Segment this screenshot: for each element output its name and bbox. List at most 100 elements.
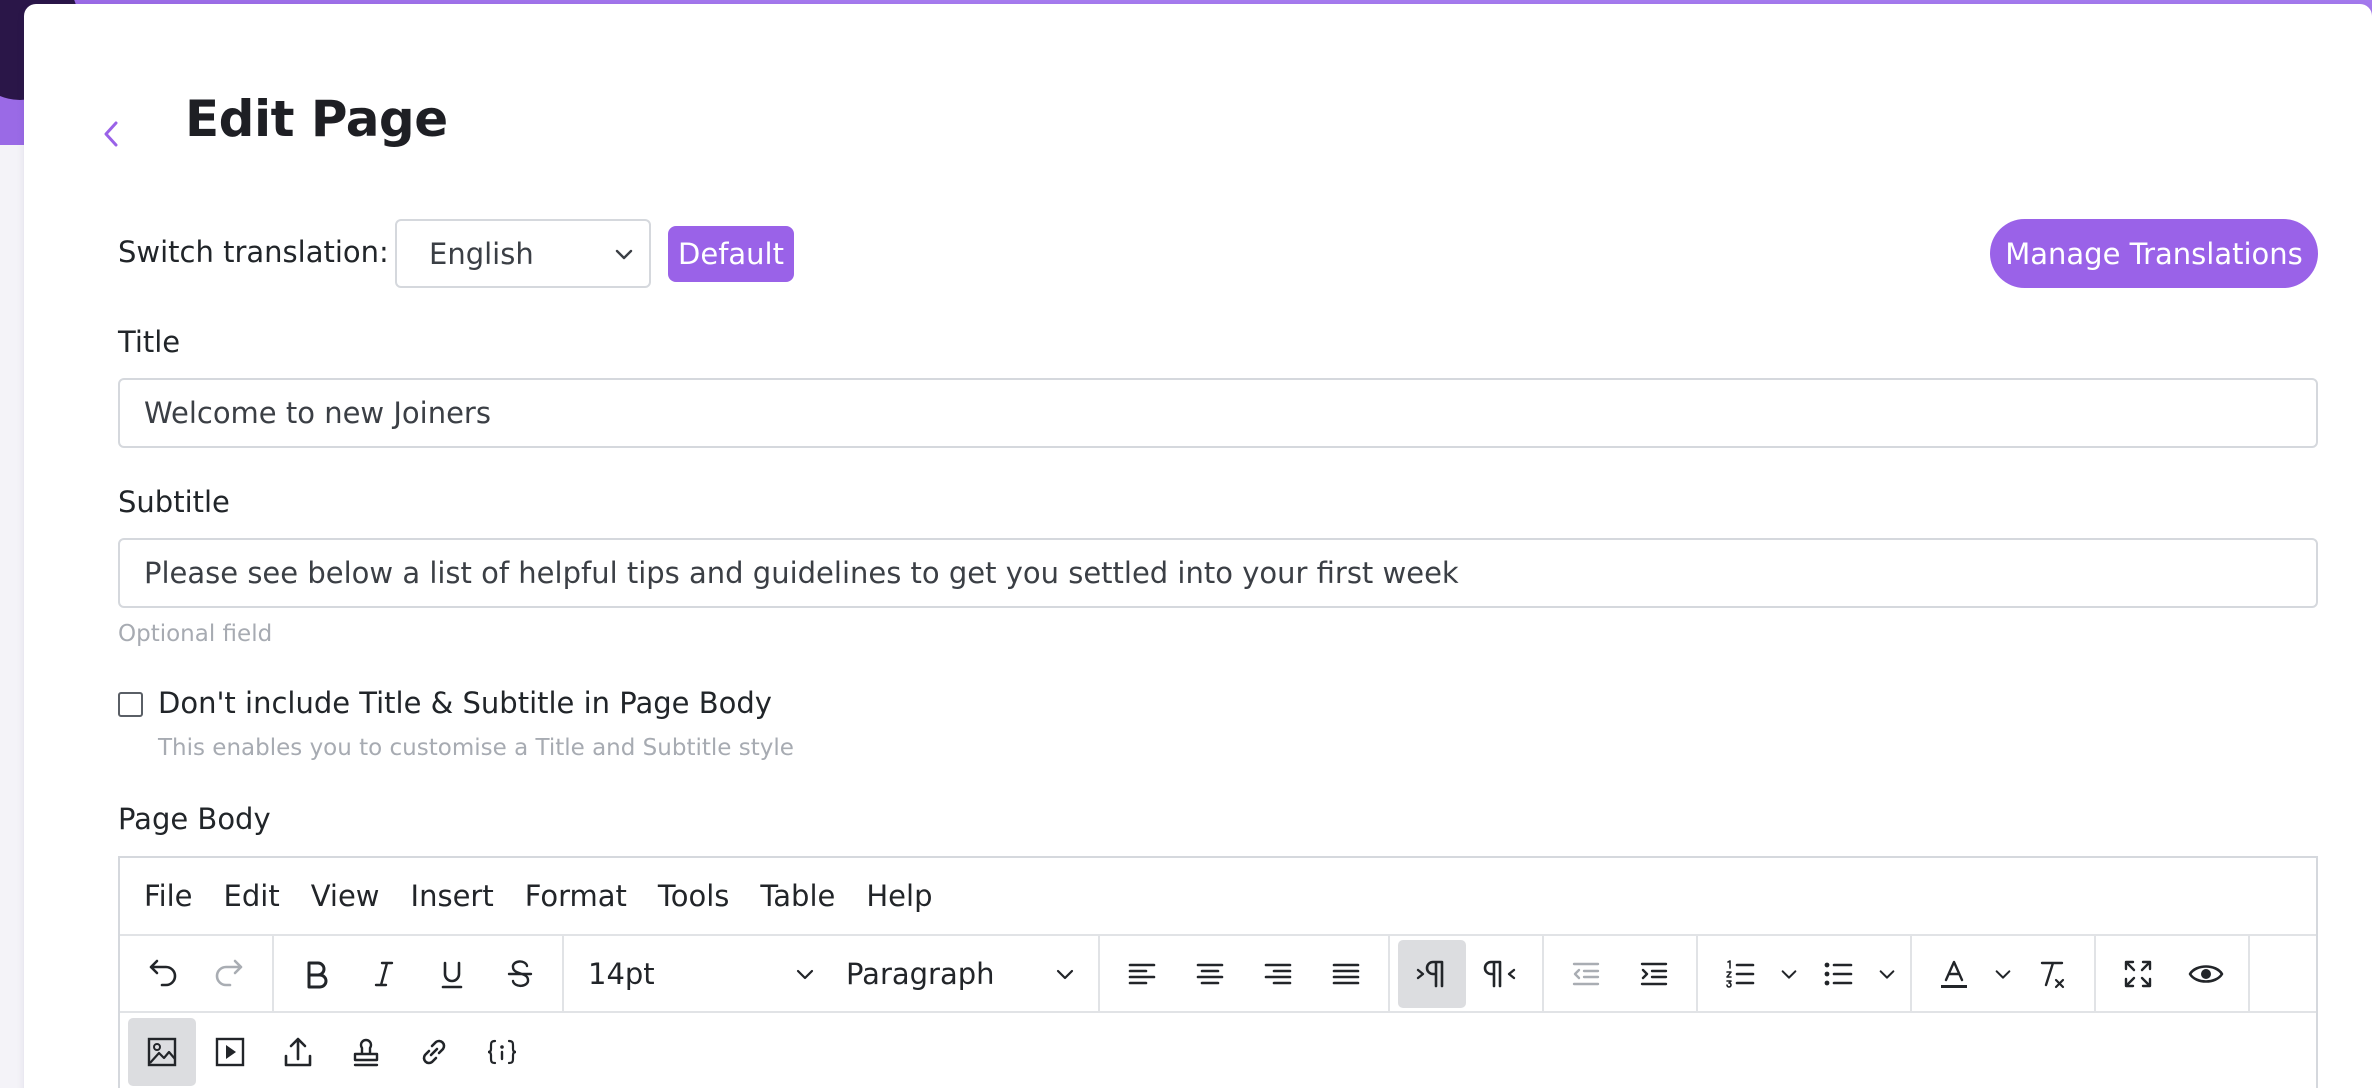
align-center-button[interactable] xyxy=(1176,940,1244,1008)
ltr-button[interactable] xyxy=(1398,939,1466,1008)
clear-formatting-icon xyxy=(2040,961,2065,988)
switch-translation-label: Switch translation: xyxy=(118,235,389,269)
page-body-label: Page Body xyxy=(118,802,271,836)
chevron-down-icon xyxy=(615,249,633,260)
strikethrough-button[interactable] xyxy=(486,940,554,1008)
bold-icon xyxy=(307,961,328,988)
chevron-down-icon xyxy=(1056,969,1074,979)
upload-file-button[interactable] xyxy=(264,1018,332,1086)
text-color-icon xyxy=(1941,960,1967,988)
bold-button[interactable] xyxy=(282,940,350,1008)
stamp-icon xyxy=(353,1038,379,1066)
preview-button[interactable] xyxy=(2172,940,2240,1008)
align-justify-button[interactable] xyxy=(1312,940,1380,1008)
font-size-dropdown[interactable]: 14pt xyxy=(572,940,830,1008)
underline-icon xyxy=(441,961,463,988)
align-left-button[interactable] xyxy=(1108,940,1176,1008)
text-color-button[interactable] xyxy=(1920,940,1988,1008)
indent-button[interactable] xyxy=(1620,940,1688,1008)
align-right-button[interactable] xyxy=(1244,940,1312,1008)
list-group xyxy=(1698,936,1912,1011)
insert-media-button[interactable] xyxy=(196,1018,264,1086)
exclude-title-checkbox[interactable] xyxy=(118,692,143,717)
undo-icon xyxy=(149,959,177,986)
bullet-list-button[interactable] xyxy=(1804,940,1872,1008)
upload-icon xyxy=(284,1037,312,1066)
bullet-list-split xyxy=(1804,940,1902,1008)
numbered-list-options[interactable] xyxy=(1774,940,1804,1008)
insert-stamp-button[interactable] xyxy=(332,1018,400,1086)
italic-icon xyxy=(374,961,394,986)
menu-format[interactable]: Format xyxy=(525,879,627,913)
left-to-right-icon xyxy=(1416,960,1444,987)
bullet-list-icon xyxy=(1824,962,1853,985)
history-group xyxy=(120,936,274,1011)
text-color-options[interactable] xyxy=(1988,940,2018,1008)
fullscreen-button[interactable] xyxy=(2104,940,2172,1008)
insert-link-button[interactable] xyxy=(400,1018,468,1086)
fullscreen-icon xyxy=(2124,960,2152,987)
insert-variable-button[interactable] xyxy=(468,1018,536,1086)
eye-icon xyxy=(2188,964,2224,983)
align-center-icon xyxy=(1196,963,1224,984)
insert-image-button[interactable] xyxy=(128,1017,196,1086)
underline-button[interactable] xyxy=(418,940,486,1008)
editor-menubar: File Edit View Insert Format Tools Table… xyxy=(120,858,2316,936)
insert-group xyxy=(120,1013,544,1088)
menu-insert[interactable]: Insert xyxy=(411,879,494,913)
subtitle-input-value: Please see below a list of helpful tips … xyxy=(144,556,1459,590)
format-dropdowns-group: 14pt Paragraph xyxy=(564,936,1100,1011)
menu-table[interactable]: Table xyxy=(760,879,835,913)
alignment-group xyxy=(1100,936,1390,1011)
chevron-down-icon xyxy=(1995,969,2011,979)
exclude-title-checkbox-label[interactable]: Don't include Title & Subtitle in Page B… xyxy=(158,686,772,720)
align-right-icon xyxy=(1264,963,1292,984)
chevron-down-icon xyxy=(796,969,814,979)
numbered-list-button[interactable] xyxy=(1706,940,1774,1008)
view-group xyxy=(2096,936,2250,1011)
language-select-value: English xyxy=(429,236,534,271)
menu-edit[interactable]: Edit xyxy=(224,879,280,913)
block-format-dropdown[interactable]: Paragraph xyxy=(830,940,1090,1008)
rtl-button[interactable] xyxy=(1466,940,1534,1008)
subtitle-input[interactable]: Please see below a list of helpful tips … xyxy=(118,538,2318,608)
subtitle-label: Subtitle xyxy=(118,485,230,519)
italic-button[interactable] xyxy=(350,940,418,1008)
code-braces-icon xyxy=(487,1039,517,1064)
default-badge: Default xyxy=(668,226,794,282)
menu-help[interactable]: Help xyxy=(866,879,932,913)
subtitle-hint: Optional field xyxy=(118,621,273,647)
bullet-list-options[interactable] xyxy=(1872,940,1902,1008)
chevron-down-icon xyxy=(1879,969,1895,979)
page-title: Edit Page xyxy=(185,90,448,148)
menu-tools[interactable]: Tools xyxy=(658,879,729,913)
outdent-button[interactable] xyxy=(1552,940,1620,1008)
clear-formatting-button[interactable] xyxy=(2018,940,2086,1008)
title-input-value: Welcome to new Joiners xyxy=(144,396,491,430)
back-button[interactable] xyxy=(100,104,172,164)
right-to-left-icon xyxy=(1483,960,1516,987)
link-icon xyxy=(422,1039,446,1064)
redo-button[interactable] xyxy=(196,940,264,1008)
language-select[interactable]: English xyxy=(395,219,651,288)
menu-file[interactable]: File xyxy=(144,879,193,913)
editor-toolbar-row-2 xyxy=(120,1013,2316,1088)
rich-text-editor: File Edit View Insert Format Tools Table… xyxy=(118,856,2318,1088)
editor-toolbar-row-1: 14pt Paragraph xyxy=(120,936,2316,1013)
exclude-title-checkbox-hint: This enables you to customise a Title an… xyxy=(158,735,794,761)
menu-view[interactable]: View xyxy=(311,879,380,913)
image-icon xyxy=(147,1037,177,1066)
text-style-group xyxy=(274,936,564,1011)
text-color-split xyxy=(1920,940,2018,1008)
edit-page-card: Edit Page Switch translation: English De… xyxy=(24,4,2372,1088)
color-group xyxy=(1912,936,2096,1011)
manage-translations-button[interactable]: Manage Translations xyxy=(1990,219,2318,288)
video-icon xyxy=(215,1037,245,1066)
chevron-left-icon xyxy=(104,121,118,147)
title-label: Title xyxy=(118,325,181,359)
undo-button[interactable] xyxy=(128,940,196,1008)
title-input[interactable]: Welcome to new Joiners xyxy=(118,378,2318,448)
indent-group xyxy=(1544,936,1698,1011)
outdent-icon xyxy=(1572,962,1600,985)
direction-group xyxy=(1390,936,1544,1011)
